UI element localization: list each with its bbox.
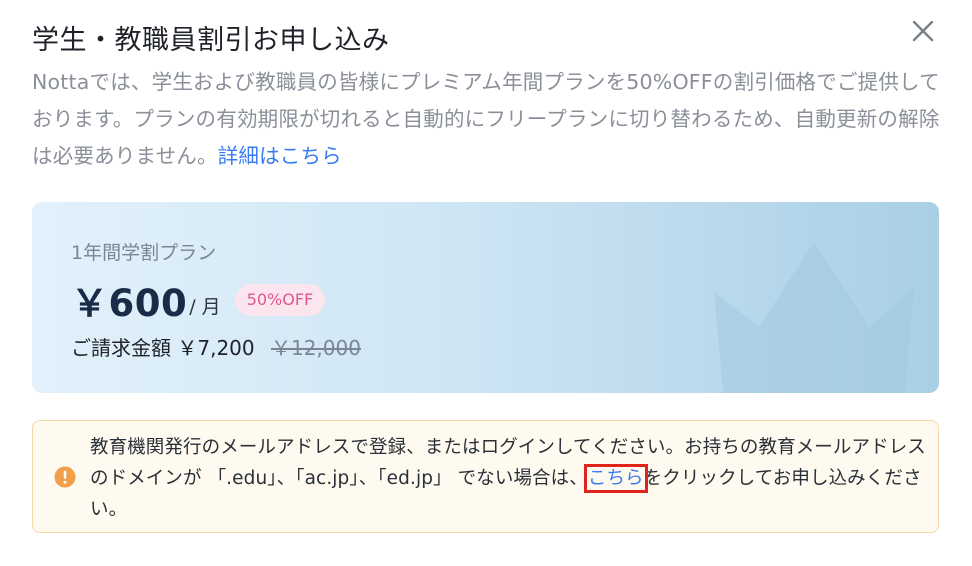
dialog-title: 学生・教職員割引お申し込み — [32, 25, 390, 56]
price-row: ￥600 / 月 50%OFF — [71, 276, 326, 325]
apply-here-link[interactable]: こちら — [583, 464, 648, 493]
warning-icon — [54, 466, 76, 488]
dialog-description: Nottaでは、学生および教職員の皆様にプレミアム年間プランを50%OFFの割引… — [32, 64, 942, 175]
details-link[interactable]: 詳細はこちら — [218, 144, 342, 168]
crown-icon — [714, 242, 914, 393]
email-notice: 教育機関発行のメールアドレスで登録、またはログインしてください。お持ちの教育メー… — [32, 420, 939, 533]
plan-card: 1年間学割プラン ￥600 / 月 50%OFF ご請求金額 ￥7,200 ￥1… — [32, 202, 939, 393]
billing-label: ご請求金額 — [71, 336, 171, 360]
description-text: Nottaでは、学生および教職員の皆様にプレミアム年間プランを50%OFFの割引… — [32, 70, 940, 168]
notice-text: 教育機関発行のメールアドレスで登録、またはログインしてください。お持ちの教育メー… — [90, 432, 928, 525]
billing-row: ご請求金額 ￥7,200 ￥12,000 — [71, 332, 361, 361]
close-button[interactable] — [906, 14, 940, 48]
plan-price: ￥600 — [71, 282, 188, 325]
original-amount: ￥12,000 — [270, 336, 361, 360]
student-discount-dialog: 学生・教職員割引お申し込み Nottaでは、学生および教職員の皆様にプレミアム年… — [0, 0, 972, 566]
price-period: / 月 — [189, 295, 221, 318]
close-icon — [912, 20, 934, 42]
billing-amount: ￥7,200 — [177, 336, 255, 360]
discount-badge: 50%OFF — [234, 284, 326, 316]
plan-name: 1年間学割プラン — [71, 242, 217, 264]
